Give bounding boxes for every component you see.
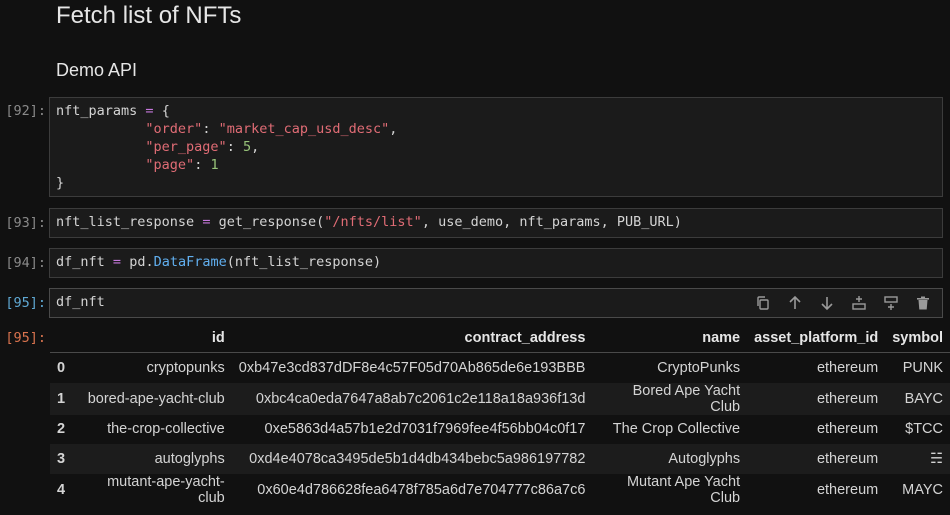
arrow-up-icon[interactable]	[786, 294, 804, 312]
row-index: 0	[57, 359, 66, 376]
cell-symbol: BAYC	[904, 390, 943, 407]
table-row: 4 mutant-ape-yacht-club 0x60e4d786628fea…	[50, 473, 950, 506]
row-index: 3	[57, 450, 66, 467]
cell-id: the-crop-collective	[107, 421, 225, 438]
trash-icon[interactable]	[914, 294, 932, 312]
cell-name: Bored Ape Yacht Club	[632, 382, 741, 415]
cell-toolbar	[754, 294, 932, 312]
cell-prompt-92: [92]:	[5, 103, 46, 119]
cell-id: autoglyphs	[154, 450, 225, 467]
row-index: 1	[57, 390, 66, 407]
markdown-heading: Fetch list of NFTs	[56, 2, 242, 29]
dataframe-output: id contract_address name asset_platform_…	[50, 323, 950, 506]
cell-name: Autoglyphs	[668, 450, 741, 467]
table-row: 0 cryptopunks 0xb47e3cd837dDF8e4c57F05d7…	[50, 352, 950, 383]
arrow-down-icon[interactable]	[818, 294, 836, 312]
cell-name: Mutant Ape Yacht Club	[626, 473, 741, 506]
cell-id: mutant-ape-yacht-club	[107, 473, 225, 506]
cell-name: The Crop Collective	[612, 421, 741, 438]
cell-prompt-93: [93]:	[5, 215, 46, 231]
code-cell-94[interactable]: df_nft = pd.DataFrame(nft_list_response)	[49, 248, 943, 278]
code-editor[interactable]: nft_params = { "order": "market_cap_usd_…	[50, 98, 942, 196]
copy-icon[interactable]	[754, 294, 772, 312]
column-header-id: id	[80, 323, 232, 353]
cell-name: CryptoPunks	[657, 359, 741, 376]
column-header-asset-platform-id: asset_platform_id	[747, 323, 886, 353]
cell-asset-platform-id: ethereum	[816, 481, 879, 498]
cell-prompt-94: [94]:	[5, 255, 46, 271]
output-prompt-95: [95]:	[5, 330, 46, 346]
cell-contract-address: 0xe5863d4a57b1e2d7031f7969fee4f56bb04c0f…	[264, 421, 586, 438]
cell-symbol: MAYC	[902, 481, 943, 498]
code-cell-93[interactable]: nft_list_response = get_response("/nfts/…	[49, 208, 943, 238]
cell-asset-platform-id: ethereum	[816, 450, 879, 467]
column-header-symbol: symbol	[885, 323, 950, 353]
cell-symbol: $TCC	[905, 421, 943, 438]
cell-symbol: ☵	[930, 450, 943, 467]
row-index: 2	[57, 421, 66, 438]
cell-id: bored-ape-yacht-club	[87, 390, 225, 407]
row-index: 4	[57, 481, 66, 498]
code-cell-92[interactable]: nft_params = { "order": "market_cap_usd_…	[49, 97, 943, 197]
markdown-subheading: Demo API	[56, 60, 138, 80]
code-editor[interactable]: nft_list_response = get_response("/nfts/…	[50, 209, 942, 235]
cell-asset-platform-id: ethereum	[816, 359, 879, 376]
insert-below-icon[interactable]	[850, 294, 868, 312]
table-row: 1 bored-ape-yacht-club 0xbc4ca0eda7647a8…	[50, 382, 950, 415]
column-header-name: name	[592, 323, 748, 353]
code-cell-95[interactable]: df_nft	[49, 288, 943, 318]
cell-contract-address: 0xbc4ca0eda7647a8ab7c2061c2e118a18a936f1…	[255, 390, 586, 407]
column-header-index	[50, 323, 80, 353]
table-header-row: id contract_address name asset_platform_…	[50, 323, 950, 353]
cell-symbol: PUNK	[902, 359, 943, 376]
cell-asset-platform-id: ethereum	[816, 390, 879, 407]
cell-contract-address: 0x60e4d786628fea6478f785a6d7e704777c86a7…	[257, 481, 586, 498]
table-row: 2 the-crop-collective 0xe5863d4a57b1e2d7…	[50, 414, 950, 444]
cell-id: cryptopunks	[146, 359, 225, 376]
cell-contract-address: 0xb47e3cd837dDF8e4c57F05d70Ab865de6e193B…	[238, 359, 586, 376]
cell-contract-address: 0xd4e4078ca3495de5b1d4db434bebc5a9861977…	[249, 450, 586, 467]
column-header-contract-address: contract_address	[231, 323, 593, 353]
cell-prompt-95: [95]:	[5, 295, 46, 311]
cell-asset-platform-id: ethereum	[816, 421, 879, 438]
code-editor[interactable]: df_nft = pd.DataFrame(nft_list_response)	[50, 249, 942, 275]
insert-above-icon[interactable]	[882, 294, 900, 312]
table-row: 3 autoglyphs 0xd4e4078ca3495de5b1d4db434…	[50, 444, 950, 474]
